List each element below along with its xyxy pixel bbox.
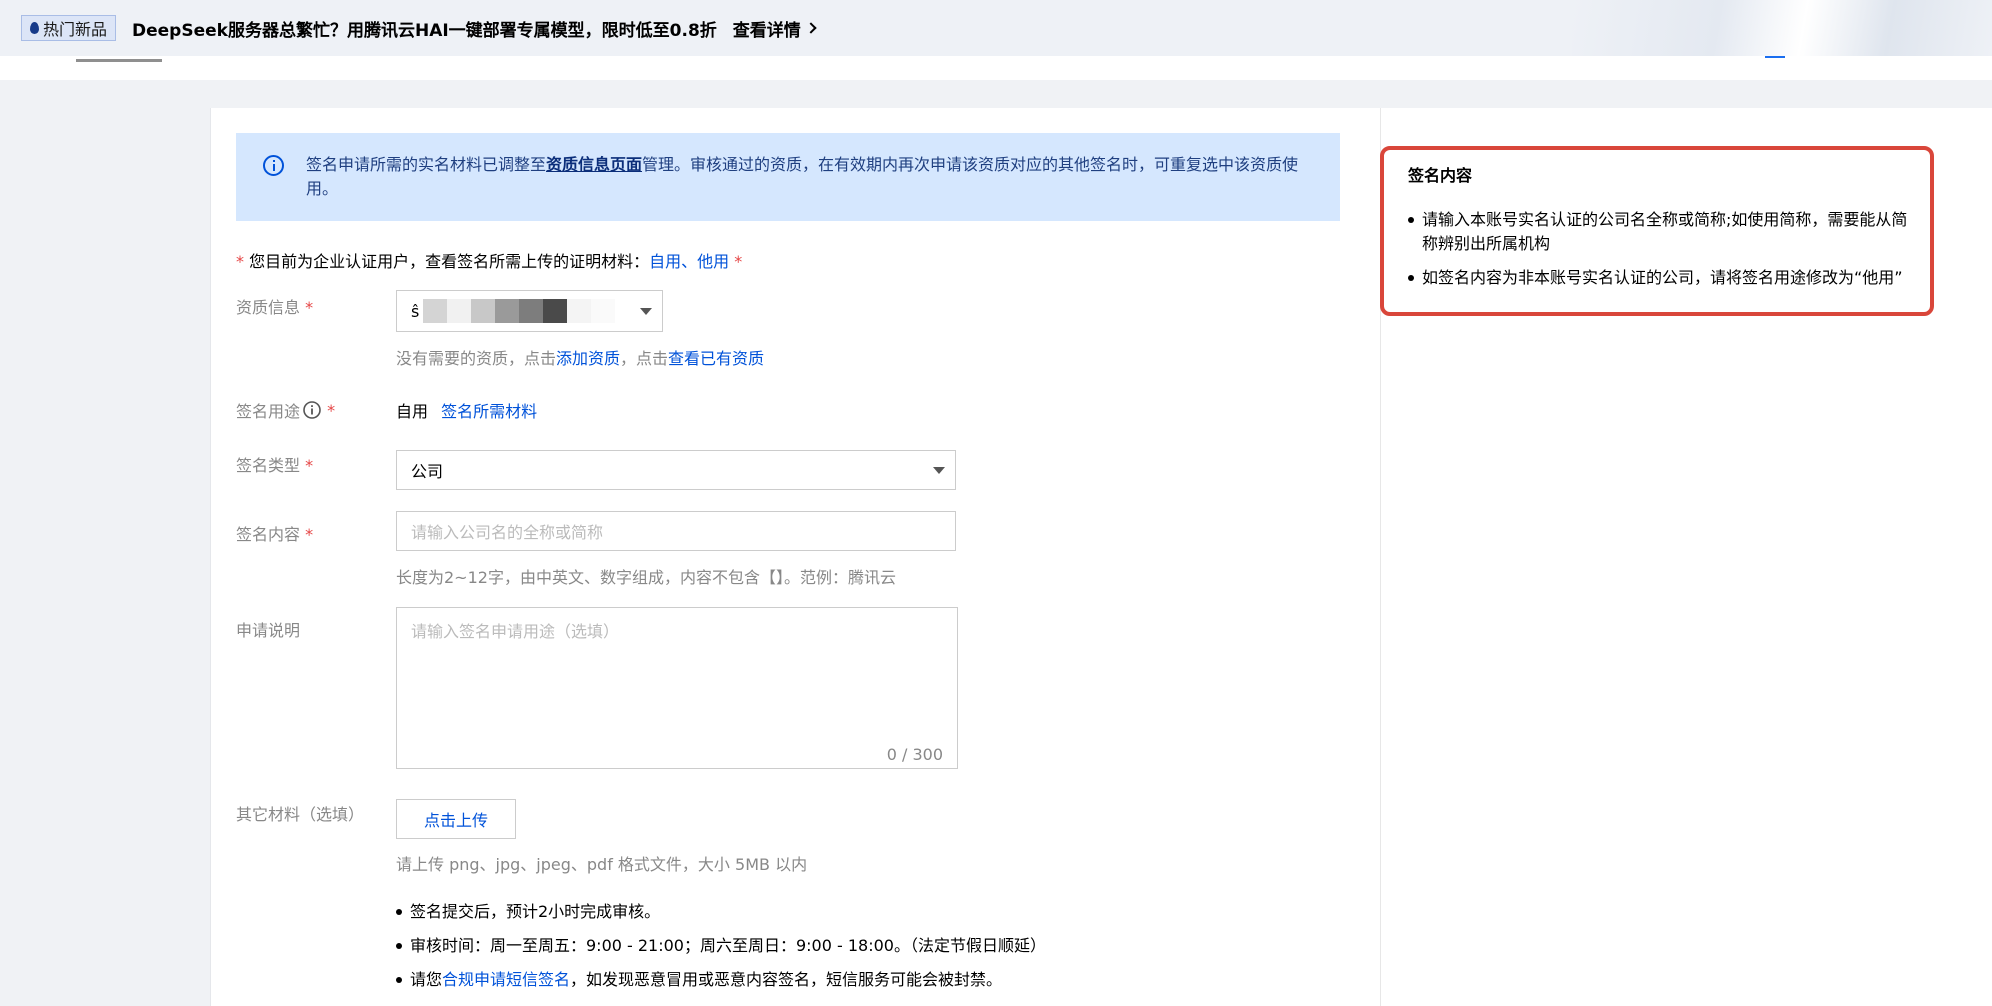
banner-details-link[interactable]: 查看详情 (733, 16, 817, 41)
qualification-select[interactable]: ŝ (396, 290, 663, 332)
upload-help: 请上传 png、jpg、jpeg、pdf 格式文件，大小 5MB 以内 (396, 855, 808, 874)
enterprise-tip: * 您目前为企业认证用户，查看签名所需上传的证明材料：自用、他用 * (236, 248, 742, 272)
type-label: 签名类型 * (236, 452, 313, 476)
guide-title: 签名内容 (1408, 166, 1473, 185)
guide-list: 请输入本账号实名认证的公司名全称或简称;如使用简称，需要能从简称辨别出所属机构 … (1408, 208, 1908, 290)
banner-text[interactable]: DeepSeek服务器总繁忙？用腾讯云HAI一键部署专属模型，限时低至0.8折 (132, 16, 717, 41)
note-text-pre: 请您 (410, 970, 443, 989)
guide-item: 如签名内容为非本账号实名认证的公司，请将签名用途修改为“他用” (1408, 266, 1908, 290)
content-help: 长度为2~12字，由中英文、数字组成，内容不包含【】。范例：腾讯云 (396, 568, 896, 587)
info-circle-icon (263, 155, 284, 176)
required-mark: * (236, 252, 250, 271)
char-counter: 0 / 300 (886, 745, 943, 764)
redacted-value (423, 299, 616, 323)
submission-notes: 签名提交后，预计2小时完成审核。 审核时间：周一至周五：9:00 - 21:00… (396, 900, 1046, 1002)
required-mark: * (300, 456, 314, 475)
qualification-help-pre: 没有需要的资质，点击 (396, 349, 557, 368)
tip-separator: 、 (681, 252, 698, 271)
compliance-link[interactable]: 合规申请短信签名 (442, 970, 570, 989)
header-link-cut (1765, 56, 1785, 58)
chevron-right-icon (805, 22, 817, 34)
required-mark: * (322, 400, 336, 420)
upload-button[interactable]: 点击上传 (396, 799, 516, 839)
content-label: 签名内容 * (236, 521, 313, 545)
notice-text-pre: 签名申请所需的实名材料已调整至 (306, 155, 547, 174)
guide-item: 请输入本账号实名认证的公司名全称或简称;如使用简称，需要能从简称辨别出所属机构 (1408, 208, 1908, 256)
qualification-value: ŝ (411, 301, 420, 321)
signature-type-select[interactable]: 公司 (396, 450, 956, 490)
other-use-link[interactable]: 他用 (697, 252, 729, 271)
note-text-post: ，如发现恶意冒用或恶意内容签名，短信服务可能会被封禁。 (570, 970, 1003, 989)
qualification-help-mid: ，点击 (620, 349, 669, 368)
self-use-link[interactable]: 自用 (649, 252, 681, 271)
caret-down-icon (933, 467, 945, 474)
banner-decoration (1572, 0, 1992, 56)
required-mark: * (729, 252, 743, 271)
signature-content-placeholder: 请输入公司名的全称或简称 (411, 523, 604, 542)
description-textarea[interactable]: 请输入签名申请用途（选填） 0 / 300 (396, 607, 958, 769)
note-text: 签名提交后，预计2小时完成审核。 (410, 902, 661, 921)
required-mark: * (300, 525, 314, 544)
info-notice: 签名申请所需的实名材料已调整至资质信息页面管理。审核通过的资质，在有效期内再次申… (236, 133, 1340, 221)
signature-content-guide: 签名内容 请输入本账号实名认证的公司名全称或简称;如使用简称，需要能从简称辨别出… (1380, 146, 1934, 316)
required-mark: * (300, 298, 314, 317)
add-qualification-link[interactable]: 添加资质 (556, 349, 620, 368)
purpose-field: 自用 签名所需材料 (396, 398, 537, 422)
qualification-label: 资质信息 * (236, 294, 313, 318)
content-label-text: 签名内容 (236, 525, 301, 544)
required-materials-link[interactable]: 签名所需材料 (441, 402, 537, 421)
purpose-label-text: 签名用途 (236, 402, 301, 421)
view-qualifications-link[interactable]: 查看已有资质 (668, 349, 764, 368)
other-materials-label: 其它材料（选填） (236, 805, 365, 824)
qualification-page-link[interactable]: 资质信息页面 (546, 155, 642, 174)
note-review-time: 签名提交后，预计2小时完成审核。 (396, 900, 1046, 934)
purpose-value: 自用 (396, 402, 429, 421)
tip-text: 您目前为企业认证用户，查看签名所需上传的证明材料： (249, 252, 650, 271)
qualification-help: 没有需要的资质，点击添加资质，点击查看已有资质 (396, 345, 764, 369)
caret-down-icon (640, 308, 652, 315)
page-header-strip (0, 56, 1992, 80)
note-review-hours: 审核时间：周一至周五：9:00 - 21:00；周六至周日：9:00 - 18:… (396, 934, 1046, 968)
type-label-text: 签名类型 (236, 456, 301, 475)
note-compliance: 请您合规申请短信签名，如发现恶意冒用或恶意内容签名，短信服务可能会被封禁。 (396, 968, 1046, 1002)
signature-type-value: 公司 (411, 462, 444, 481)
qualification-label-text: 资质信息 (236, 298, 301, 317)
description-placeholder: 请输入签名申请用途（选填） (411, 622, 620, 641)
description-label: 申请说明 (236, 621, 301, 640)
badge-label: 热门新品 (43, 20, 108, 39)
note-text: 审核时间：周一至周五：9:00 - 21:00；周六至周日：9:00 - 18:… (410, 936, 1046, 955)
hot-new-badge: 热门新品 (21, 15, 117, 41)
promo-banner: 热门新品 DeepSeek服务器总繁忙？用腾讯云HAI一键部署专属模型，限时低至… (0, 0, 1992, 56)
purpose-label: 签名用途 * (236, 398, 335, 422)
page-title-cut (76, 56, 162, 62)
help-circle-icon[interactable] (302, 400, 322, 420)
banner-details-label[interactable]: 查看详情 (733, 16, 801, 41)
signature-content-input[interactable]: 请输入公司名的全称或简称 (396, 511, 956, 551)
flame-icon (30, 22, 39, 34)
